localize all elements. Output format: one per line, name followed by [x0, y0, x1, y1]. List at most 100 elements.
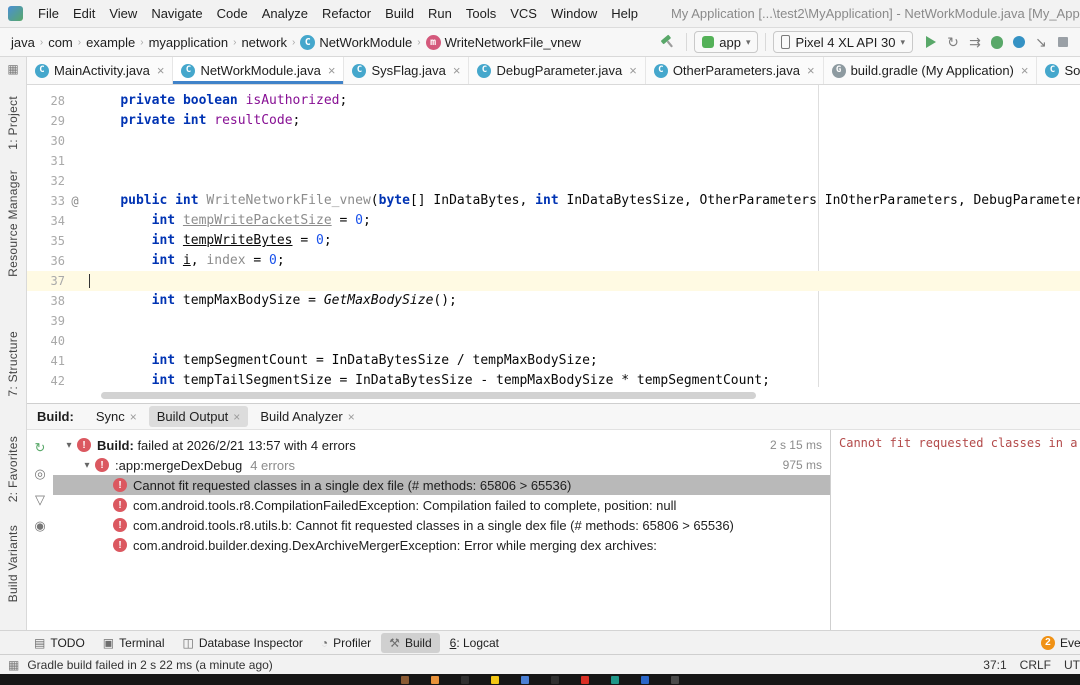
- taskbar-app-icon[interactable]: [611, 675, 619, 684]
- attach-debugger-icon[interactable]: ↘: [1030, 31, 1052, 53]
- menu-tools[interactable]: Tools: [459, 2, 503, 25]
- build-tree-row[interactable]: ! com.android.builder.dexing.DexArchiveMe…: [53, 535, 830, 555]
- tab-close-icon[interactable]: ×: [1021, 63, 1029, 78]
- build-tree-row[interactable]: ! Cannot fit requested classes in a singl…: [53, 475, 830, 495]
- status-message[interactable]: Gradle build failed in 2 s 22 ms (a minu…: [27, 658, 272, 672]
- breadcrumb-item-networkmodule[interactable]: C NetWorkModule: [297, 33, 415, 52]
- tab-close-icon[interactable]: ×: [629, 63, 637, 78]
- code-line-35[interactable]: 35 int tempWriteBytes = 0;: [27, 231, 1080, 251]
- tool-stripe-1-project[interactable]: 1: Project: [6, 96, 20, 150]
- tab-close-icon[interactable]: ×: [328, 63, 336, 78]
- stop-icon[interactable]: [1052, 31, 1074, 53]
- debug-icon[interactable]: [986, 31, 1008, 53]
- tool-stripe-resource-manager[interactable]: Resource Manager: [6, 170, 20, 277]
- horizontal-scrollbar[interactable]: [101, 392, 756, 399]
- code-line-31[interactable]: 31: [27, 151, 1080, 171]
- code-line-32[interactable]: 32: [27, 171, 1080, 191]
- taskbar-app-icon[interactable]: [551, 675, 559, 684]
- code-line-37[interactable]: 37: [27, 271, 1080, 291]
- taskbar-app-icon[interactable]: [431, 675, 439, 684]
- breadcrumb-item-example[interactable]: example: [83, 33, 138, 52]
- profile-icon[interactable]: [1008, 31, 1030, 53]
- build-tree-row[interactable]: ! com.android.tools.r8.CompilationFailedE…: [53, 495, 830, 515]
- tool-stripe-7-structure[interactable]: 7: Structure: [6, 331, 20, 397]
- pin-icon[interactable]: ◎: [32, 466, 48, 482]
- code-line-38[interactable]: 38 int tempMaxBodySize = GetMaxBodySize(…: [27, 291, 1080, 311]
- build-tree-row[interactable]: ▾! Build: failed at 2026/2/21 13:57 with …: [53, 435, 830, 455]
- menu-window[interactable]: Window: [544, 2, 604, 25]
- tab-close-icon[interactable]: ×: [807, 63, 815, 78]
- tool-window-button-profiler[interactable]: ◔ Profiler: [313, 633, 379, 653]
- tab-close-icon[interactable]: ×: [453, 63, 461, 78]
- build-hammer-icon[interactable]: [657, 31, 679, 53]
- menu-build[interactable]: Build: [378, 2, 421, 25]
- taskbar-app-icon[interactable]: [671, 675, 679, 684]
- editor-tab-mainactivity-java[interactable]: C MainActivity.java ×: [27, 57, 174, 84]
- code-line-41[interactable]: 41 int tempSegmentCount = InDataBytesSiz…: [27, 351, 1080, 371]
- rerun-icon[interactable]: ↻: [32, 440, 48, 456]
- menu-file[interactable]: File: [31, 2, 66, 25]
- menu-navigate[interactable]: Navigate: [144, 2, 209, 25]
- tool-window-switcher-icon[interactable]: ▦: [8, 658, 19, 672]
- code-line-40[interactable]: 40: [27, 331, 1080, 351]
- menu-help[interactable]: Help: [604, 2, 645, 25]
- menu-vcs[interactable]: VCS: [503, 2, 544, 25]
- tool-window-button-terminal[interactable]: ▣ Terminal: [95, 633, 173, 653]
- code-line-39[interactable]: 39: [27, 311, 1080, 331]
- tool-window-button-6-logcat[interactable]: 6: Logcat: [442, 633, 507, 653]
- build-tree-row[interactable]: ! com.android.tools.r8.utils.b: Cannot fi…: [53, 515, 830, 535]
- run-config-selector[interactable]: app ▾: [694, 31, 759, 53]
- tool-stripe-build-variants[interactable]: Build Variants: [6, 525, 20, 602]
- breadcrumb-item-java[interactable]: java: [8, 33, 38, 52]
- line-ending-indicator[interactable]: CRLF: [1020, 658, 1051, 672]
- code-line-36[interactable]: 36 int i, index = 0;: [27, 251, 1080, 271]
- event-log-button[interactable]: 2 Event Log: [1040, 635, 1080, 650]
- build-console[interactable]: Cannot fit requested classes in a: [830, 430, 1080, 630]
- run-icon[interactable]: [920, 31, 942, 53]
- taskbar-app-icon[interactable]: [641, 675, 649, 684]
- build-tree-row[interactable]: ▾!:app:mergeDexDebug 4 errors 975 ms: [53, 455, 830, 475]
- menu-run[interactable]: Run: [421, 2, 459, 25]
- menu-edit[interactable]: Edit: [66, 2, 102, 25]
- menu-code[interactable]: Code: [210, 2, 255, 25]
- code-line-30[interactable]: 30: [27, 131, 1080, 151]
- filter-icon[interactable]: ▽: [32, 492, 48, 508]
- code-line-33[interactable]: 33 @ public int WriteNetworkFile_vnew(byt…: [27, 191, 1080, 211]
- breadcrumb-item-com[interactable]: com: [45, 33, 76, 52]
- taskbar-app-icon[interactable]: [521, 675, 529, 684]
- chevron-down-icon[interactable]: ▾: [61, 440, 77, 451]
- eye-icon[interactable]: ◉: [32, 518, 48, 534]
- project-stripe-icon[interactable]: ▦: [6, 62, 20, 76]
- device-selector[interactable]: Pixel 4 XL API 30 ▾: [773, 31, 913, 53]
- menu-analyze[interactable]: Analyze: [255, 2, 315, 25]
- editor-tab-networkmodule-java[interactable]: C NetWorkModule.java ×: [173, 57, 345, 84]
- taskbar-app-icon[interactable]: [461, 675, 469, 684]
- tab-close-icon[interactable]: ×: [348, 410, 355, 424]
- breadcrumb-item-network[interactable]: network: [238, 33, 290, 52]
- apply-changes-icon[interactable]: ↻: [942, 31, 964, 53]
- code-line-42[interactable]: 42 int tempTailSegmentSize = InDataBytes…: [27, 371, 1080, 391]
- code-editor[interactable]: 28 private boolean isAuthorized; 29 priva…: [27, 85, 1080, 403]
- tool-window-button-build[interactable]: ⚒ Build: [381, 632, 440, 653]
- tab-close-icon[interactable]: ×: [233, 410, 240, 424]
- chevron-down-icon[interactable]: ▾: [79, 460, 95, 471]
- tool-window-button-todo[interactable]: ▤ TODO: [26, 633, 93, 653]
- taskbar-app-icon[interactable]: [581, 675, 589, 684]
- tool-window-button-database-inspector[interactable]: ◫ Database Inspector: [175, 633, 311, 653]
- menu-refactor[interactable]: Refactor: [315, 2, 378, 25]
- code-line-34[interactable]: 34 int tempWritePacketSize = 0;: [27, 211, 1080, 231]
- caret-position[interactable]: 37:1: [983, 658, 1006, 672]
- editor-tab-socke[interactable]: CSocke×: [1037, 57, 1080, 84]
- code-line-29[interactable]: 29 private int resultCode;: [27, 111, 1080, 131]
- menu-view[interactable]: View: [102, 2, 144, 25]
- editor-tab-debugparameter-java[interactable]: C DebugParameter.java ×: [469, 57, 646, 84]
- code-line-28[interactable]: 28 private boolean isAuthorized;: [27, 91, 1080, 111]
- breadcrumb-item-myapplication[interactable]: myapplication: [146, 33, 232, 52]
- build-tab-build-output[interactable]: Build Output ×: [148, 406, 249, 427]
- apply-code-changes-icon[interactable]: ⇉: [964, 31, 986, 53]
- editor-tab-otherparameters-java[interactable]: C OtherParameters.java ×: [646, 57, 824, 84]
- taskbar-app-icon[interactable]: [401, 675, 409, 684]
- encoding-indicator[interactable]: UTF-8: [1064, 658, 1080, 672]
- build-tab-sync[interactable]: Sync ×: [88, 406, 145, 427]
- tab-close-icon[interactable]: ×: [130, 410, 137, 424]
